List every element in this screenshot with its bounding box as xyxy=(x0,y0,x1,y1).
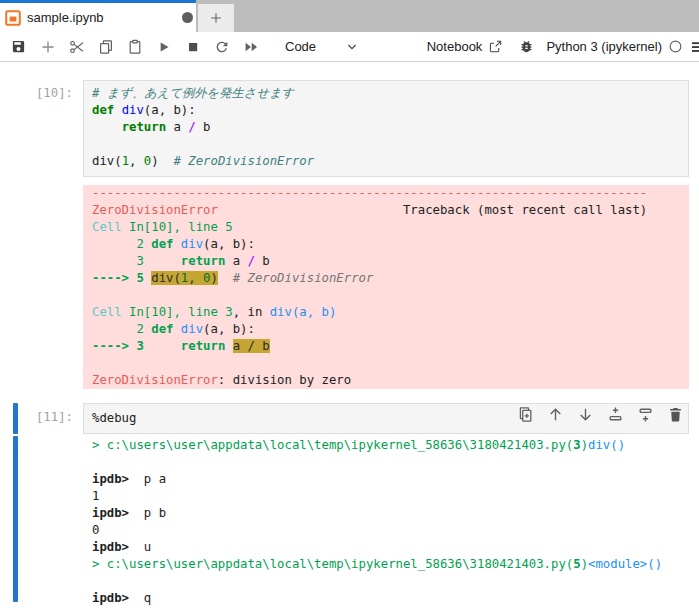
duplicate-icon xyxy=(517,406,534,423)
save-icon xyxy=(11,39,26,54)
notebook-area: [10]: # まず、あえて例外を発生させますdef div(a, b): re… xyxy=(0,80,699,609)
kernel-status-icon xyxy=(668,39,683,54)
error-traceback: ----------------------------------------… xyxy=(83,185,689,389)
interrupt-kernel-button[interactable] xyxy=(184,38,201,55)
code-editor-1[interactable]: # まず、あえて例外を発生させますdef div(a, b): return a… xyxy=(83,80,689,177)
save-button[interactable] xyxy=(10,38,27,55)
plus-icon xyxy=(209,11,223,25)
jupyterlab-window: sample.ipynb xyxy=(0,0,699,609)
play-icon xyxy=(156,39,172,55)
trash-icon xyxy=(667,406,684,423)
chevron-down-icon xyxy=(346,41,358,53)
move-cell-down-button[interactable] xyxy=(577,406,594,423)
insert-above-icon xyxy=(607,406,624,423)
code-cell-2[interactable]: [11]: %debug xyxy=(0,403,699,434)
notebook-file-icon xyxy=(5,10,21,26)
copy-icon xyxy=(98,39,114,55)
unsaved-changes-dot[interactable] xyxy=(182,12,193,23)
paste-cells-button[interactable] xyxy=(126,38,143,55)
external-link-icon xyxy=(488,39,503,54)
bug-icon xyxy=(519,39,534,54)
tab-title: sample.ipynb xyxy=(27,10,104,25)
insert-below-icon xyxy=(637,406,654,423)
run-cell-button[interactable] xyxy=(155,38,172,55)
insert-cell-above-button[interactable] xyxy=(607,406,624,423)
cell-1-gutter: [10]: xyxy=(0,80,83,177)
more-commands-button[interactable] xyxy=(692,39,699,55)
debugger-button[interactable] xyxy=(519,39,534,54)
cell-toolbar xyxy=(517,406,684,423)
copy-cells-button[interactable] xyxy=(97,38,114,55)
cut-cells-button[interactable] xyxy=(68,38,85,55)
fast-forward-icon xyxy=(243,39,259,55)
arrow-up-icon xyxy=(547,406,564,423)
execution-count-1: [10]: xyxy=(0,80,83,100)
code-cell-1[interactable]: [10]: # まず、あえて例外を発生させますdef div(a, b): re… xyxy=(0,80,699,177)
restart-kernel-button[interactable] xyxy=(213,38,230,55)
delete-cell-button[interactable] xyxy=(667,406,684,423)
tab-sample-ipynb[interactable]: sample.ipynb xyxy=(0,0,196,32)
tab-bar: sample.ipynb xyxy=(0,0,699,32)
add-icon xyxy=(40,39,56,55)
stop-icon xyxy=(185,39,201,55)
notebook-mode-label: Notebook xyxy=(427,39,483,54)
circle-icon xyxy=(668,39,683,54)
open-in-jupyter-notebook-button[interactable] xyxy=(488,39,503,54)
selected-cell-bar-input[interactable] xyxy=(13,403,18,434)
arrow-down-icon xyxy=(577,406,594,423)
debug-output: > c:\users\user\appdata\local\temp\ipyke… xyxy=(0,436,699,609)
move-cell-up-button[interactable] xyxy=(547,406,564,423)
restart-run-all-button[interactable] xyxy=(242,38,259,55)
new-tab-button[interactable] xyxy=(198,4,234,32)
error-output: ----------------------------------------… xyxy=(0,185,699,389)
cell-type-dropdown[interactable]: Code xyxy=(285,39,358,54)
clipboard-icon xyxy=(127,39,143,55)
duplicate-cell-button[interactable] xyxy=(517,406,534,423)
refresh-icon xyxy=(214,39,230,55)
cell-type-value: Code xyxy=(285,39,316,54)
scissors-icon xyxy=(69,39,85,55)
notebook-toolbar: Code Notebook Python 3 (ipykernel) xyxy=(0,32,699,62)
insert-cell-below-button[interactable] xyxy=(637,406,654,423)
ipdb-console-output: > c:\users\user\appdata\local\temp\ipyke… xyxy=(83,436,689,609)
selected-cell-bar-output[interactable] xyxy=(13,436,18,602)
kernel-name[interactable]: Python 3 (ipykernel) xyxy=(546,39,662,54)
menu-lines-icon xyxy=(692,39,699,55)
insert-cell-button[interactable] xyxy=(39,38,56,55)
